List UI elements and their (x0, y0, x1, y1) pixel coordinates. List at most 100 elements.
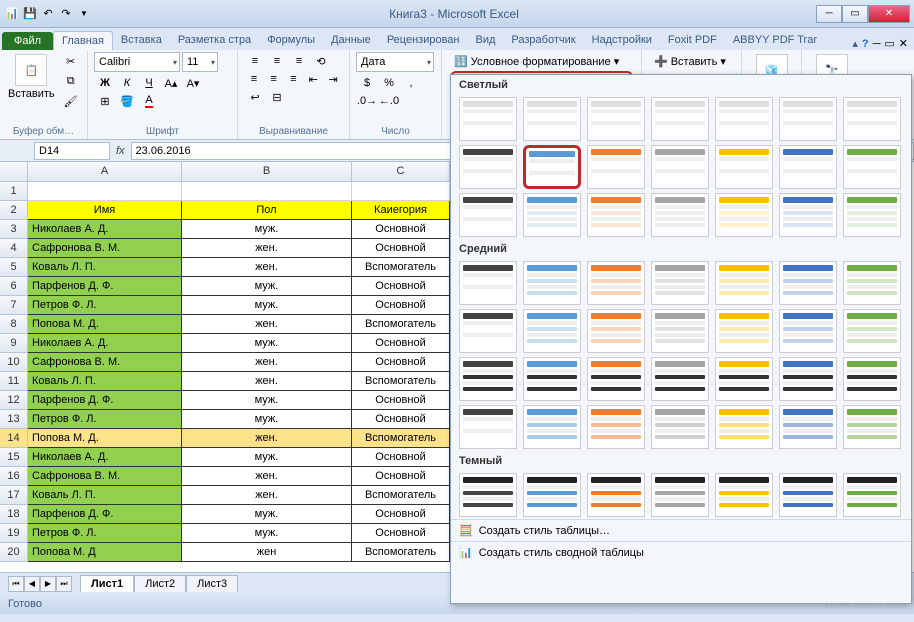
cell[interactable]: Парфенов Д. Ф. (28, 505, 182, 524)
cell[interactable]: Основной (352, 220, 450, 239)
doc-minimize-icon[interactable]: ─ (873, 38, 881, 50)
cell[interactable]: Основной (352, 448, 450, 467)
row-header[interactable]: 9 (0, 334, 28, 353)
conditional-formatting-button[interactable]: 🔢Условное форматирование ▾ (450, 54, 633, 69)
table-style-swatch[interactable] (715, 309, 773, 353)
table-style-swatch[interactable] (587, 357, 645, 401)
tab-надстройки[interactable]: Надстройки (584, 31, 660, 50)
tab-вид[interactable]: Вид (468, 31, 504, 50)
row-header[interactable]: 3 (0, 220, 28, 239)
table-style-swatch[interactable] (779, 473, 837, 517)
table-style-swatch[interactable] (779, 261, 837, 305)
tab-разработчик[interactable]: Разработчик (503, 31, 583, 50)
close-button[interactable]: ✕ (868, 5, 910, 23)
table-style-swatch[interactable] (715, 405, 773, 449)
table-style-swatch[interactable] (779, 309, 837, 353)
align-right-icon[interactable]: ≡ (284, 70, 304, 88)
table-style-swatch[interactable] (715, 261, 773, 305)
table-style-swatch[interactable] (523, 261, 581, 305)
table-style-swatch[interactable] (651, 145, 709, 189)
indent-inc-icon[interactable]: ⇥ (323, 70, 343, 88)
cell[interactable]: Вспомогатель (352, 258, 450, 277)
table-style-swatch[interactable] (779, 145, 837, 189)
cell[interactable]: жен. (182, 467, 352, 486)
table-style-swatch[interactable] (587, 309, 645, 353)
table-style-swatch[interactable] (843, 97, 901, 141)
cell[interactable]: Основной (352, 391, 450, 410)
ribbon-minimize-icon[interactable]: ▴ (852, 37, 858, 50)
cell[interactable]: Попова М. Д (28, 543, 182, 562)
tab-данные[interactable]: Данные (323, 31, 379, 50)
table-style-swatch[interactable] (843, 261, 901, 305)
table-style-swatch[interactable] (459, 145, 517, 189)
table-style-swatch[interactable] (715, 97, 773, 141)
table-style-swatch[interactable] (587, 261, 645, 305)
new-pivot-style-button[interactable]: 📊Создать стиль сводной таблицы (451, 541, 911, 563)
cell[interactable]: Вспомогатель (352, 429, 450, 448)
row-header[interactable]: 7 (0, 296, 28, 315)
cell[interactable]: жен. (182, 429, 352, 448)
row-header[interactable]: 8 (0, 315, 28, 334)
doc-close-icon[interactable]: ✕ (899, 37, 908, 50)
sheet-tab[interactable]: Лист2 (134, 575, 186, 592)
cell[interactable]: жен (182, 543, 352, 562)
font-name-combo[interactable]: Calibri (94, 52, 180, 72)
maximize-button[interactable]: ▭ (842, 5, 868, 23)
borders-icon[interactable]: ⊞ (94, 92, 116, 110)
col-header[interactable]: B (182, 162, 352, 182)
table-style-swatch[interactable] (523, 473, 581, 517)
cell[interactable]: Основной (352, 334, 450, 353)
row-header[interactable]: 16 (0, 467, 28, 486)
paste-button[interactable]: 📋 Вставить (6, 52, 57, 102)
cell[interactable] (352, 182, 450, 201)
row-header[interactable]: 20 (0, 543, 28, 562)
cell[interactable]: Петров Ф. Л. (28, 524, 182, 543)
table-style-swatch[interactable] (715, 357, 773, 401)
cell[interactable]: Николаев А. Д. (28, 448, 182, 467)
doc-restore-icon[interactable]: ▭ (884, 37, 894, 50)
row-header[interactable]: 17 (0, 486, 28, 505)
cell[interactable]: Основной (352, 353, 450, 372)
cell[interactable]: Коваль Л. П. (28, 372, 182, 391)
table-style-swatch[interactable] (459, 97, 517, 141)
table-style-swatch[interactable] (651, 309, 709, 353)
fill-color-icon[interactable]: 🪣 (116, 92, 138, 110)
increase-font-icon[interactable]: A▴ (160, 74, 182, 92)
table-style-swatch[interactable] (523, 97, 581, 141)
cell[interactable]: Парфенов Д. Ф. (28, 391, 182, 410)
cell[interactable]: муж. (182, 277, 352, 296)
font-size-combo[interactable]: 11 (182, 52, 218, 72)
row-header[interactable]: 1 (0, 182, 28, 201)
cell[interactable]: Имя (28, 201, 182, 220)
table-style-swatch[interactable] (587, 473, 645, 517)
cell[interactable]: Основной (352, 296, 450, 315)
cell[interactable]: Петров Ф. Л. (28, 296, 182, 315)
table-style-swatch[interactable] (715, 193, 773, 237)
cell[interactable]: муж. (182, 505, 352, 524)
table-style-swatch[interactable] (587, 97, 645, 141)
align-bottom-icon[interactable]: ≡ (288, 52, 310, 70)
cell[interactable]: Вспомогатель (352, 315, 450, 334)
cell[interactable]: Основной (352, 277, 450, 296)
table-style-swatch[interactable] (523, 405, 581, 449)
decrease-font-icon[interactable]: A▾ (182, 74, 204, 92)
sheet-tab[interactable]: Лист1 (80, 575, 134, 592)
table-style-swatch[interactable] (459, 357, 517, 401)
redo-icon[interactable]: ↷ (58, 6, 74, 22)
save-icon[interactable]: 💾 (22, 6, 38, 22)
cell[interactable]: жен. (182, 239, 352, 258)
tab-nav-next-icon[interactable]: ▶ (40, 576, 56, 592)
row-header[interactable]: 10 (0, 353, 28, 372)
cell[interactable]: Попова М. Д. (28, 315, 182, 334)
table-style-swatch[interactable] (779, 193, 837, 237)
row-header[interactable]: 19 (0, 524, 28, 543)
tab-разметка стра[interactable]: Разметка стра (170, 31, 259, 50)
name-box[interactable]: D14 (34, 142, 110, 160)
sheet-tab[interactable]: Лист3 (186, 575, 238, 592)
fx-icon[interactable]: fx (116, 145, 125, 157)
number-format-combo[interactable]: Дата (356, 52, 434, 72)
orientation-icon[interactable]: ⟲ (310, 52, 332, 70)
table-style-swatch[interactable] (523, 193, 581, 237)
cell[interactable]: Основной (352, 505, 450, 524)
table-style-swatch[interactable] (459, 473, 517, 517)
